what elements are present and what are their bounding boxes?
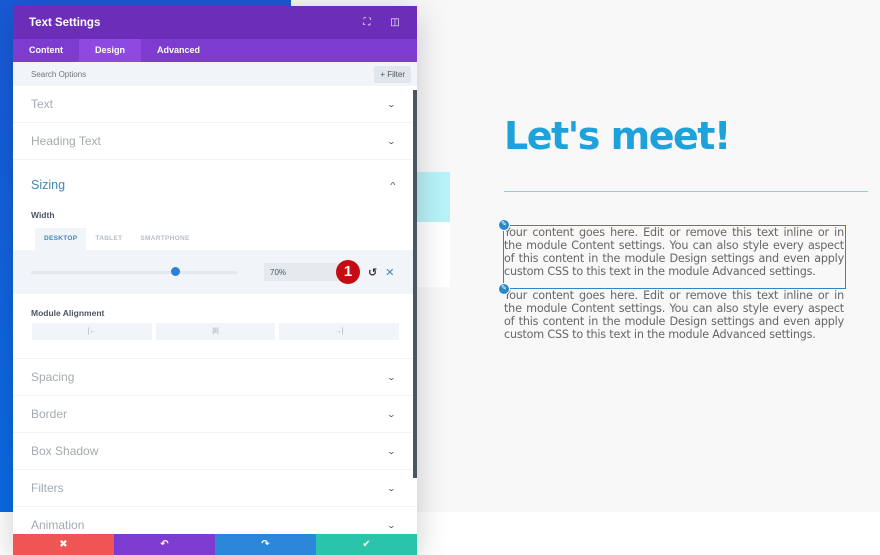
section-label: Spacing bbox=[31, 370, 75, 384]
module-alignment-options: |← |‖| →| bbox=[32, 323, 400, 340]
section-label: Animation bbox=[31, 518, 85, 532]
width-control-row: 1 ↺ ✕ bbox=[13, 250, 417, 294]
section-filters[interactable]: Filters ⌄ bbox=[13, 470, 417, 507]
section-text[interactable]: Text ⌄ bbox=[13, 86, 417, 123]
chevron-down-icon: ⌄ bbox=[386, 446, 397, 456]
device-tab-tablet[interactable]: TABLET bbox=[86, 228, 131, 250]
tab-design[interactable]: Design bbox=[79, 39, 142, 62]
search-bar: + Filter bbox=[13, 62, 417, 86]
module-alignment-label: Module Alignment bbox=[31, 308, 105, 318]
section-spacing[interactable]: Spacing ⌄ bbox=[13, 359, 417, 396]
divider-line bbox=[504, 191, 868, 192]
edit-pencil-icon[interactable]: ✎ bbox=[498, 219, 510, 231]
section-sizing-header[interactable]: Sizing ^ bbox=[13, 160, 417, 210]
section-label: Filters bbox=[31, 481, 64, 495]
heading-lets-meet[interactable]: Let's meet! bbox=[504, 114, 731, 158]
edit-pencil-icon[interactable]: ✎ bbox=[498, 283, 510, 295]
modal-footer: ✖ ↶ ↷ ✔ bbox=[13, 534, 417, 555]
step-number-badge: 1 bbox=[336, 260, 360, 284]
chevron-up-icon: ^ bbox=[390, 180, 396, 190]
align-right-button[interactable]: →| bbox=[279, 323, 400, 340]
reset-icon[interactable]: ↺ bbox=[368, 266, 377, 279]
text-module-2[interactable]: Your content goes here. Edit or remove t… bbox=[504, 289, 844, 341]
section-label: Box Shadow bbox=[31, 444, 99, 458]
section-heading-text[interactable]: Heading Text ⌄ bbox=[13, 123, 417, 160]
chevron-down-icon: ⌄ bbox=[386, 520, 397, 530]
chevron-down-icon: ⌄ bbox=[386, 483, 397, 493]
device-tab-desktop[interactable]: DESKTOP bbox=[35, 228, 87, 250]
chevron-down-icon: ⌄ bbox=[386, 372, 397, 382]
settings-tabs: Content Design Advanced bbox=[13, 39, 417, 62]
width-label: Width bbox=[31, 210, 55, 220]
section-label: Border bbox=[31, 407, 68, 421]
width-value-input[interactable] bbox=[264, 263, 344, 281]
section-box-shadow[interactable]: Box Shadow ⌄ bbox=[13, 433, 417, 470]
decorative-shape bbox=[416, 222, 450, 287]
close-icon[interactable]: ✕ bbox=[385, 266, 394, 279]
cancel-button[interactable]: ✖ bbox=[13, 534, 114, 555]
align-center-button[interactable]: |‖| bbox=[155, 323, 276, 340]
redo-button[interactable]: ↷ bbox=[215, 534, 316, 555]
chevron-down-icon: ⌄ bbox=[386, 136, 397, 146]
text-settings-modal: Text Settings ⛶ ◫ Content Design Advance… bbox=[13, 6, 417, 555]
split-view-icon[interactable]: ◫ bbox=[389, 17, 401, 28]
chevron-down-icon: ⌄ bbox=[386, 409, 397, 419]
chevron-down-icon: ⌄ bbox=[386, 99, 397, 109]
device-tabs: DESKTOP TABLET SMARTPHONE bbox=[35, 228, 417, 250]
section-label: Heading Text bbox=[31, 134, 101, 148]
width-slider-thumb[interactable] bbox=[170, 267, 180, 276]
text-module-1[interactable]: Your content goes here. Edit or remove t… bbox=[504, 226, 844, 278]
save-button[interactable]: ✔ bbox=[316, 534, 417, 555]
focus-mode-icon[interactable]: ⛶ bbox=[361, 17, 373, 28]
section-border[interactable]: Border ⌄ bbox=[13, 396, 417, 433]
settings-scrollbar[interactable] bbox=[413, 90, 417, 478]
search-options-input[interactable] bbox=[31, 69, 375, 79]
section-sizing: Sizing ^ Width DESKTOP TABLET SMARTPHONE… bbox=[13, 160, 417, 359]
width-slider[interactable] bbox=[31, 267, 237, 276]
modal-title: Text Settings bbox=[29, 16, 101, 29]
device-tab-smartphone[interactable]: SMARTPHONE bbox=[131, 228, 198, 250]
filter-button[interactable]: + Filter bbox=[374, 65, 411, 83]
section-label: Sizing bbox=[31, 178, 66, 192]
undo-button[interactable]: ↶ bbox=[114, 534, 215, 555]
tab-content[interactable]: Content bbox=[13, 39, 79, 62]
align-left-button[interactable]: |← bbox=[32, 323, 152, 340]
section-label: Text bbox=[31, 97, 54, 111]
tab-advanced[interactable]: Advanced bbox=[141, 39, 216, 62]
modal-header[interactable]: Text Settings ⛶ ◫ bbox=[13, 6, 417, 39]
